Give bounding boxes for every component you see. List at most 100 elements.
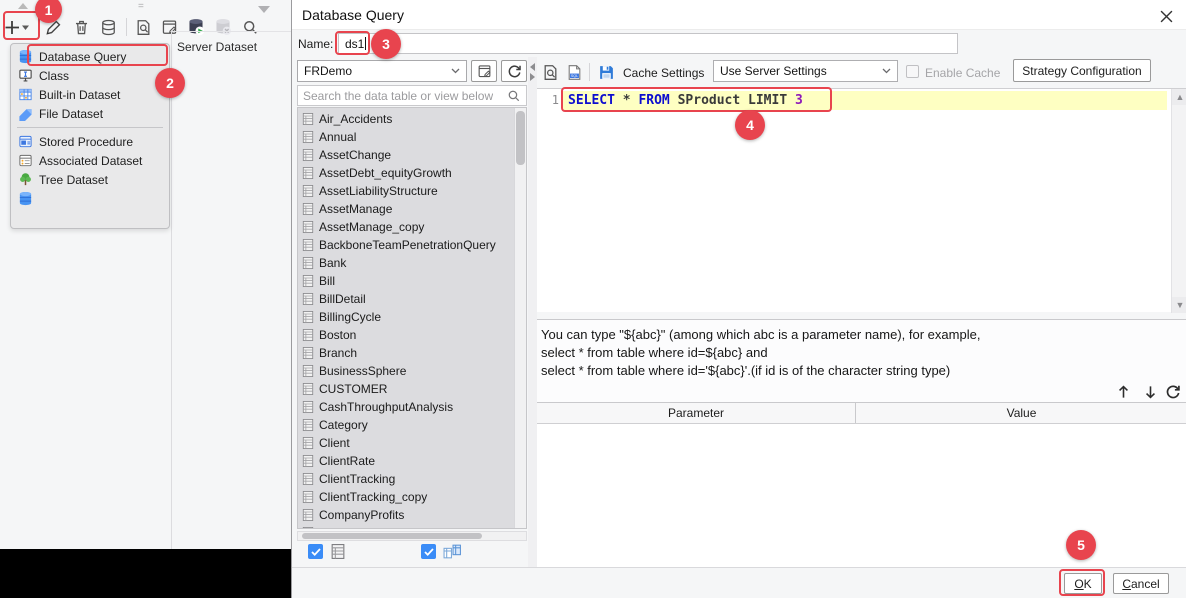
- table-list-item[interactable]: Client: [298, 434, 526, 452]
- table-list-item[interactable]: CashThroughputAnalysis: [298, 398, 526, 416]
- table-list-item[interactable]: AssetManage: [298, 200, 526, 218]
- run-database-button[interactable]: [184, 15, 208, 39]
- views-filter-checkbox[interactable]: [421, 544, 436, 559]
- table-list-item[interactable]: AssetLiabilityStructure: [298, 182, 526, 200]
- collapse-up-icon[interactable]: [18, 3, 28, 9]
- drag-handle-icon[interactable]: =: [138, 1, 144, 12]
- table-list-item[interactable]: Air_Accidents: [298, 110, 526, 128]
- sql-file-icon[interactable]: SQL: [565, 63, 583, 81]
- edit-connection-button[interactable]: [471, 60, 497, 82]
- tab-server-dataset[interactable]: Server Dataset: [177, 40, 257, 54]
- vertical-scrollbar[interactable]: [514, 108, 526, 528]
- copy-dataset-button[interactable]: [96, 15, 120, 39]
- scrollbar-thumb[interactable]: [302, 533, 482, 539]
- table-list-item[interactable]: ClientTracking: [298, 470, 526, 488]
- table-list-item[interactable]: ClientRate: [298, 452, 526, 470]
- name-input[interactable]: ds1: [338, 33, 958, 54]
- menu-item-database-extra[interactable]: [11, 189, 169, 208]
- stored-procedure-icon: [18, 134, 33, 149]
- scroll-up-icon[interactable]: ▲: [1172, 89, 1186, 105]
- table-list-item[interactable]: AssetChange: [298, 146, 526, 164]
- table-list-items: Air_Accidents Annual AssetChange AssetDe…: [298, 108, 526, 524]
- search-dataset-button[interactable]: [238, 15, 262, 39]
- menu-item-builtin-dataset[interactable]: Built-in Dataset: [11, 85, 169, 104]
- table-list-item[interactable]: AssetManage_copy: [298, 218, 526, 236]
- sql-token: SProduct LIMIT: [669, 93, 795, 108]
- close-icon[interactable]: [1157, 7, 1175, 25]
- toolbar-divider: [589, 63, 590, 81]
- table-icon: [302, 418, 314, 432]
- parameter-hint-panel: You can type "${abc}" (among which abc i…: [537, 319, 1186, 403]
- move-down-icon[interactable]: [1141, 383, 1159, 401]
- edit-connection-button[interactable]: [157, 15, 181, 39]
- dialog-title: Database Query: [302, 7, 404, 23]
- connection-value: FRDemo: [304, 64, 353, 78]
- table-list-item[interactable]: BackboneTeamPenetrationQuery: [298, 236, 526, 254]
- preview-dataset-button[interactable]: [131, 15, 155, 39]
- preview-sql-button[interactable]: [541, 63, 559, 81]
- strategy-configuration-label: Strategy Configuration: [1022, 63, 1142, 78]
- table-list-item[interactable]: Category: [298, 416, 526, 434]
- cancel-button[interactable]: Cancel: [1113, 573, 1169, 594]
- menu-item-class[interactable]: Class: [11, 66, 169, 85]
- enable-cache-checkbox[interactable]: [906, 65, 919, 78]
- horizontal-scrollbar[interactable]: [297, 531, 527, 541]
- search-icon: [242, 19, 259, 36]
- collapse-right-icon[interactable]: [530, 73, 535, 81]
- ok-button[interactable]: OK: [1064, 573, 1102, 594]
- add-dataset-button[interactable]: [0, 15, 34, 39]
- table-list-item[interactable]: Boston: [298, 326, 526, 344]
- table-list-item[interactable]: Annual: [298, 128, 526, 146]
- line-number: 1: [551, 93, 559, 107]
- menu-item-tree-dataset[interactable]: Tree Dataset: [11, 170, 169, 189]
- column-header-parameter[interactable]: Parameter: [537, 403, 856, 423]
- search-input[interactable]: Search the data table or view below: [297, 85, 527, 106]
- tables-filter-checkbox[interactable]: [308, 544, 323, 559]
- table-label: AssetChange: [319, 148, 392, 162]
- move-up-icon[interactable]: [1114, 383, 1132, 401]
- menu-item-file-dataset[interactable]: File Dataset: [11, 104, 169, 123]
- refresh-connection-button[interactable]: [501, 60, 527, 82]
- table-icon: [302, 454, 314, 468]
- table-list-item[interactable]: CompanyProfits: [298, 506, 526, 524]
- vertical-scrollbar[interactable]: ▲ ▼: [1171, 89, 1186, 313]
- save-icon[interactable]: [597, 63, 615, 81]
- panel-divider: [171, 31, 172, 549]
- column-header-value[interactable]: Value: [856, 403, 1186, 423]
- page-edit-icon: [161, 19, 178, 36]
- builtin-dataset-icon: [18, 87, 33, 102]
- table-list-item[interactable]: AssetDebt_equityGrowth: [298, 164, 526, 182]
- scroll-down-icon[interactable]: ▼: [1172, 297, 1186, 313]
- menu-item-database-query[interactable]: Database Query: [11, 47, 169, 66]
- table-list-item[interactable]: Branch: [298, 344, 526, 362]
- table-list-item[interactable]: BusinessSphere: [298, 362, 526, 380]
- sql-current-line[interactable]: SELECT * FROM SProduct LIMIT 3: [563, 91, 1167, 110]
- table-list-item[interactable]: Bill: [298, 272, 526, 290]
- connection-select[interactable]: FRDemo: [297, 60, 467, 82]
- table-list-item[interactable]: CUSTOMER: [298, 380, 526, 398]
- pane-splitter[interactable]: [528, 57, 537, 567]
- annotation-badge-4: 4: [735, 110, 765, 140]
- cache-settings-select[interactable]: Use Server Settings: [713, 60, 898, 82]
- table-list-item[interactable]: BillDetail: [298, 290, 526, 308]
- table-icon: [302, 238, 314, 252]
- stop-database-button[interactable]: [211, 15, 235, 39]
- menu-item-stored-procedure[interactable]: Stored Procedure: [11, 132, 169, 151]
- table-icon: [330, 543, 346, 560]
- strategy-configuration-button[interactable]: Strategy Configuration: [1013, 59, 1151, 82]
- table-list-item-partial[interactable]: [298, 524, 526, 528]
- scrollbar-thumb[interactable]: [516, 111, 525, 165]
- table-list-item[interactable]: Bank: [298, 254, 526, 272]
- table-icon: [302, 202, 314, 216]
- delete-dataset-button[interactable]: [69, 15, 93, 39]
- menu-item-associated-dataset[interactable]: Associated Dataset: [11, 151, 169, 170]
- add-dataset-menu: Database Query Class Built-in Dataset Fi…: [10, 43, 170, 229]
- collapse-left-icon[interactable]: [530, 63, 535, 71]
- table-icon: [302, 382, 314, 396]
- table-list-item[interactable]: BillingCycle: [298, 308, 526, 326]
- annotation-badge-5: 5: [1066, 530, 1096, 560]
- table-list-item[interactable]: ClientTracking_copy: [298, 488, 526, 506]
- ok-accelerator: O: [1074, 576, 1084, 591]
- refresh-parameters-icon[interactable]: [1164, 383, 1182, 401]
- sql-editor[interactable]: 1 SELECT * FROM SProduct LIMIT 3 ▲ ▼: [537, 88, 1186, 313]
